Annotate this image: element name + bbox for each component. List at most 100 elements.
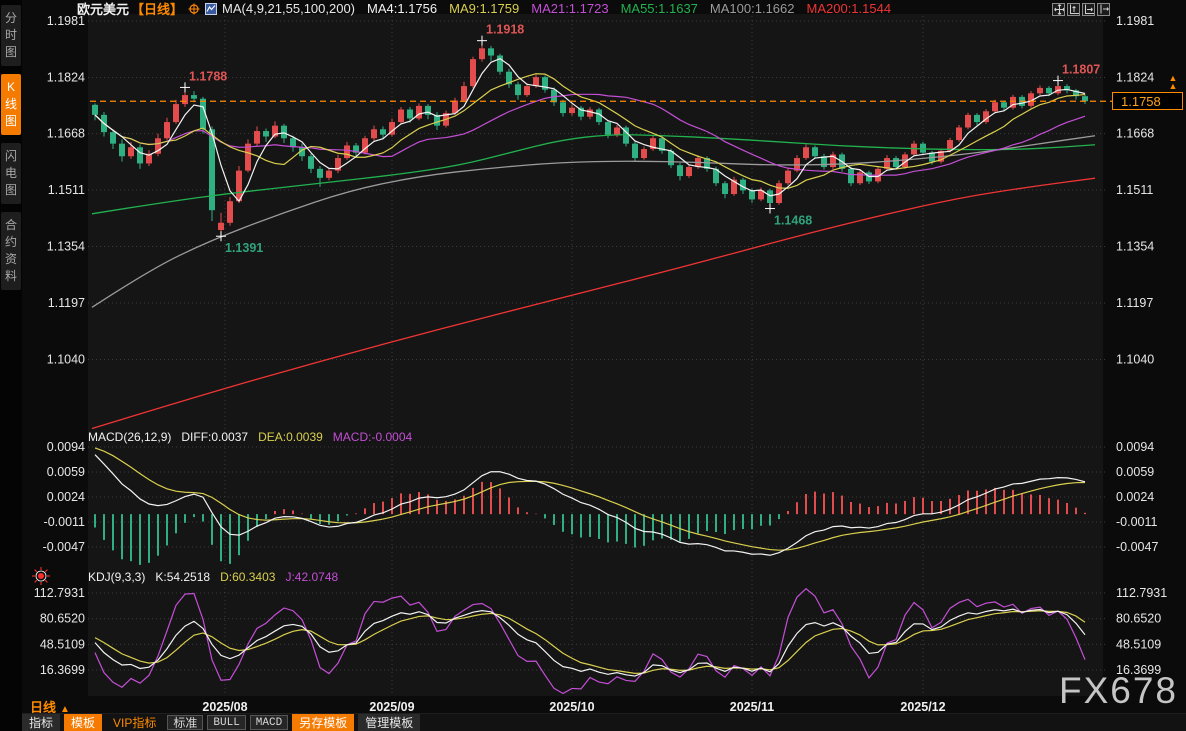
ma-value-label: MA100:1.1662 [710,1,795,16]
symbol-title: 欧元美元 [77,0,129,18]
macd-axis-label-left: -0.0047 [43,540,85,554]
indicator-value-label: DEA:0.0039 [258,430,323,444]
sidebar-tab-char: 图 [1,44,21,61]
indicator-value-label: KDJ(9,3,3) [88,570,145,584]
ma-value-label: MA21:1.1723 [531,1,608,16]
sidebar-tab-char: 线 [1,96,21,113]
macd-axis-label-right: -0.0011 [1116,515,1158,529]
kdj-axis-label-left: 112.7931 [34,586,85,600]
chart-style-icon[interactable] [205,3,217,15]
candle-body [785,171,791,184]
candle-body [749,190,755,199]
candle-body [398,109,404,122]
bottom-tab-4[interactable]: 标准 [167,715,203,730]
candle-body [956,127,962,140]
sidebar-tab-char: 电 [1,165,21,182]
macd-axis-label-left: -0.0011 [44,515,86,529]
candle-body [371,129,377,138]
sidebar-tab-1[interactable]: 分时图 [1,5,21,66]
pop-out-icon-glyph [1098,3,1109,16]
candle-body [263,131,269,136]
macd-axis-label-right: -0.0047 [1116,540,1158,554]
candle-body [128,147,134,156]
candle-body [524,86,530,95]
scale-horizontal-icon[interactable] [1082,3,1095,16]
bottom-tab-5[interactable]: BULL [207,715,245,730]
scale-vertical-icon-glyph [1068,3,1079,16]
chart-header: 欧元美元 【日线】 MA(4,9,21,55,100,200) MA4:1.17… [77,0,891,17]
kdj-header: KDJ(9,3,3)K:54.2518D:60.3403J:42.0748 [88,570,348,584]
trading-app-window: 1.17881.19181.13911.14681.18071.19811.19… [0,0,1186,731]
sidebar-tab-char: 合 [1,217,21,234]
candle-body [281,126,287,139]
chart-type-sidebar: 分时图 K线图闪电图合约资料 [0,0,22,731]
sidebar-tab-char: 约 [1,234,21,251]
indicator-value-label: DIFF:0.0037 [181,430,248,444]
plot-background [88,14,1103,696]
sidebar-tab-char: 时 [1,27,21,44]
sidebar-tab-3[interactable]: 闪电图 [1,143,21,204]
candle-body [1082,96,1088,101]
bottom-tab-6[interactable]: MACD [250,715,288,730]
candle-body [227,201,233,223]
candle-body [974,115,980,122]
macd-axis-label-right: 0.0024 [1116,490,1154,504]
extreme-price-label: 1.1788 [189,69,227,83]
candle-body [497,56,503,72]
candle-body [137,147,143,163]
candle-body [317,169,323,178]
indicator-tabbar: 指标模板VIP指标标准 BULL MACD 另存模板管理模板 [22,713,1186,731]
candle-body [587,109,593,116]
candle-body [461,86,467,100]
kdj-axis-label-right: 48.5109 [1116,637,1161,651]
candle-body [488,48,494,55]
candle-body [677,165,683,176]
bottom-tab-8[interactable]: 管理模板 [358,714,420,731]
candle-body [632,144,638,158]
indicator-value-label: J:42.0748 [285,570,338,584]
y-axis-label-right: 1.1197 [1116,296,1153,310]
bottom-tab-7[interactable]: 另存模板 [292,714,354,731]
macd-header: MACD(26,12,9)DIFF:0.0037DEA:0.0039MACD:-… [88,430,422,444]
target-icon[interactable] [188,3,200,15]
candle-body [254,131,260,144]
y-axis-label-right: 1.1668 [1116,127,1154,141]
candle-body [1037,88,1043,93]
pop-out-icon[interactable] [1097,3,1110,16]
bottom-tab-2[interactable]: 模板 [64,714,102,731]
scale-vertical-icon[interactable] [1067,3,1080,16]
period-tag[interactable]: 【日线】 [131,0,183,18]
macd-axis-label-left: 0.0024 [47,490,85,504]
extreme-price-label: 1.1807 [1062,63,1100,77]
candle-body [191,95,197,99]
candle-body [515,84,521,95]
chart-canvas[interactable]: 1.17881.19181.13911.14681.18071.19811.19… [0,0,1186,731]
y-axis-label-left: 1.1040 [47,352,85,366]
pan-crosshair-icon[interactable] [1052,3,1065,16]
ma-value-label: MA200:1.1544 [807,1,892,16]
candle-body [182,95,188,104]
sidebar-tab-2[interactable]: K线图 [1,74,21,135]
candle-body [1001,102,1007,107]
x-axis-date-label: 2025/10 [549,700,594,714]
x-axis-date-label: 2025/09 [369,700,414,714]
extreme-price-label: 1.1468 [774,214,812,228]
x-axis-date-label: 2025/08 [202,700,247,714]
sidebar-tab-char: 图 [1,182,21,199]
macd-axis-label-left: 0.0094 [47,440,85,454]
candle-body [344,145,350,158]
candle-body [173,104,179,122]
candle-body [119,144,125,157]
chart-toolbar [1052,3,1110,16]
sidebar-tab-4[interactable]: 合约资料 [1,212,21,290]
candle-body [380,129,386,134]
ma-values-group: MA4:1.1756MA9:1.1759MA21:1.1723MA55:1.16… [355,1,891,16]
y-axis-label-left: 1.1197 [48,296,85,310]
candle-body [1046,88,1052,93]
bottom-tab-1[interactable]: 指标 [22,714,60,731]
candle-body [920,144,926,153]
price-alert-arrow-icon: ▲▲ [1164,74,1182,90]
bottom-tab-3[interactable]: VIP指标 [106,714,163,731]
candle-body [479,48,485,59]
indicator-value-label: MACD(26,12,9) [88,430,171,444]
